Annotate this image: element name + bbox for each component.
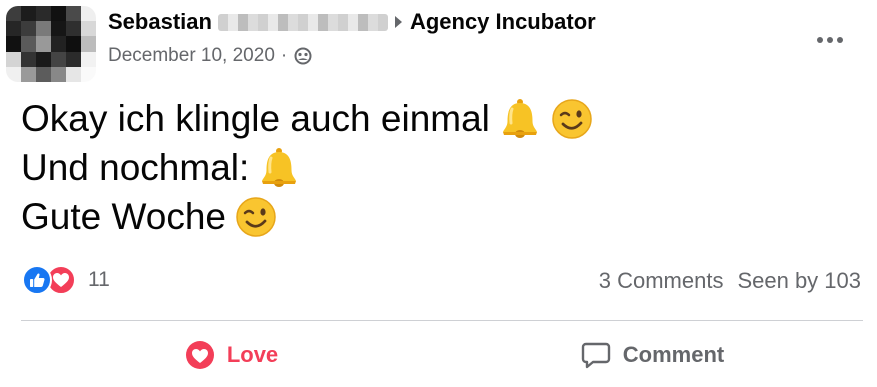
comment-button-label: Comment <box>622 342 725 367</box>
meta-separator: · <box>280 45 288 66</box>
group-audience-icon[interactable] <box>293 47 313 65</box>
action-divider <box>21 320 863 321</box>
love-button[interactable]: Love <box>21 332 442 378</box>
post-meta: December 10, 2020 · <box>108 44 313 68</box>
author-name[interactable]: Sebastian <box>108 9 212 35</box>
like-reaction-icon <box>22 265 52 295</box>
post-stats: 3 Comments Seen by 103 <box>599 266 861 296</box>
post-date[interactable]: December 10, 2020 <box>108 45 275 67</box>
love-icon <box>185 340 215 370</box>
post-text: Okay ich klingle auch einmal <box>21 98 490 139</box>
post-text: Gute Woche <box>21 196 226 237</box>
group-name[interactable]: Agency Incubator <box>410 9 596 35</box>
seen-by-count[interactable]: Seen by 103 <box>737 268 861 294</box>
comments-count-link[interactable]: 3 Comments <box>599 268 724 294</box>
post-author-line: Sebastian Agency Incubator <box>108 9 596 35</box>
bell-icon <box>257 146 301 190</box>
comment-icon <box>581 340 611 370</box>
redacted-surname <box>217 13 388 31</box>
wink-emoji-icon <box>550 97 594 141</box>
post-text-line: Okay ich klingle auch einmal <box>21 94 594 143</box>
avatar[interactable] <box>6 6 96 82</box>
post-text-line: Und nochmal: <box>21 143 594 192</box>
reactions-summary[interactable]: 11 <box>22 264 110 296</box>
posted-in-arrow-icon <box>394 16 402 28</box>
wink-emoji-icon <box>234 195 278 239</box>
post-text: Und nochmal: <box>21 147 250 188</box>
comment-button[interactable]: Comment <box>442 332 863 378</box>
more-options-icon[interactable] <box>812 30 848 50</box>
post-text-line: Gute Woche <box>21 192 594 241</box>
post-body: Okay ich klingle auch einmal Und nochmal… <box>21 94 594 241</box>
bell-icon <box>498 97 542 141</box>
feed-post: Sebastian Agency Incubator December 10, … <box>0 0 877 387</box>
love-button-label: Love <box>226 342 279 367</box>
reaction-count: 11 <box>88 268 110 291</box>
